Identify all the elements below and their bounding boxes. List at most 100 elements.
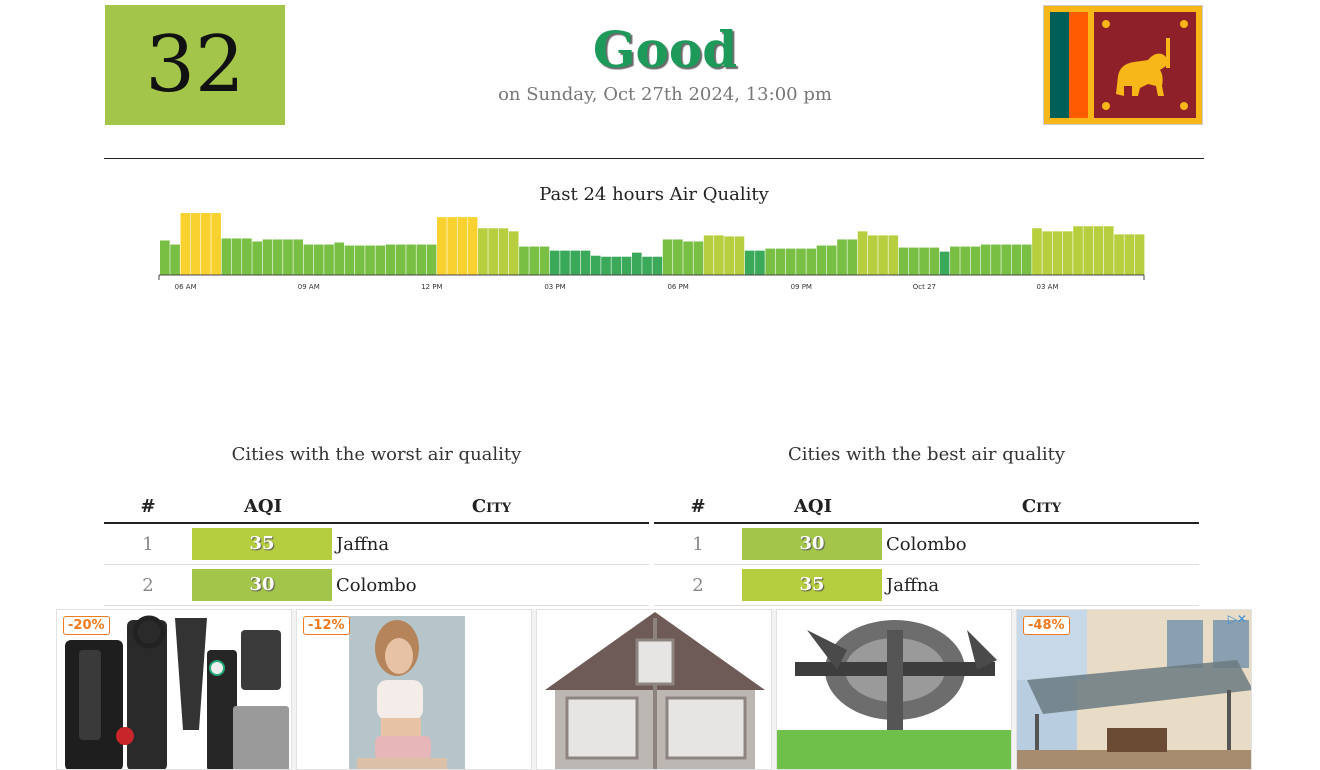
chart-bar[interactable]: [683, 241, 693, 275]
chart-bar[interactable]: [970, 246, 981, 275]
chart-bar[interactable]: [734, 236, 745, 275]
chart-bar[interactable]: [488, 228, 498, 275]
chart-bar[interactable]: [673, 239, 683, 275]
chart-bar[interactable]: [1011, 244, 1022, 275]
chart-bar[interactable]: [498, 228, 509, 275]
chart-bar[interactable]: [1021, 244, 1032, 275]
chart-bar[interactable]: [929, 247, 940, 275]
chart-bar[interactable]: [344, 245, 355, 275]
chart-bar[interactable]: [1062, 231, 1073, 275]
chart-bar[interactable]: [1093, 226, 1104, 275]
chart-bar[interactable]: [508, 231, 519, 275]
chart-bar[interactable]: [580, 250, 591, 275]
ad-item-awning[interactable]: -48% ▷✕: [1016, 609, 1252, 770]
chart-bar[interactable]: [590, 255, 601, 275]
chart-bar[interactable]: [354, 245, 365, 275]
chart-bar[interactable]: [888, 235, 899, 275]
chart-bar[interactable]: [991, 244, 1001, 275]
chart-bar[interactable]: [272, 239, 283, 275]
chart-bar[interactable]: [539, 246, 550, 275]
aqi-header[interactable]: AQI: [742, 490, 884, 524]
chart-bar[interactable]: [180, 213, 191, 275]
chart-bar[interactable]: [519, 246, 529, 275]
chart-bar[interactable]: [950, 246, 960, 275]
chart-bar[interactable]: [170, 244, 180, 275]
chart-bar[interactable]: [652, 256, 663, 275]
chart-bar[interactable]: [406, 244, 416, 275]
chart-bar[interactable]: [231, 238, 242, 275]
chart-bar[interactable]: [724, 236, 734, 275]
chart-bar[interactable]: [529, 246, 540, 275]
chart-bar[interactable]: [857, 231, 868, 275]
chart-bar[interactable]: [775, 248, 786, 275]
chart-bar[interactable]: [313, 244, 324, 275]
chart-bar[interactable]: [631, 252, 642, 275]
chart-bar[interactable]: [693, 241, 704, 275]
chart-bar[interactable]: [365, 245, 375, 275]
chart-bar[interactable]: [252, 241, 262, 275]
chart-bar[interactable]: [939, 251, 950, 275]
chart-bar[interactable]: [611, 256, 622, 275]
chart-bar[interactable]: [1083, 226, 1094, 275]
chart-bar[interactable]: [601, 256, 611, 275]
chart-bar[interactable]: [262, 239, 273, 275]
chart-bar[interactable]: [1124, 234, 1135, 275]
chart-bar[interactable]: [221, 238, 232, 275]
chart-bar[interactable]: [457, 217, 468, 275]
adchoices-close-icon[interactable]: ▷✕: [1228, 612, 1247, 626]
chart-bar[interactable]: [426, 244, 437, 275]
city-link[interactable]: Jaffna: [334, 523, 649, 565]
chart-bar[interactable]: [642, 256, 652, 275]
chart-bar[interactable]: [621, 256, 632, 275]
chart-bar[interactable]: [201, 213, 211, 275]
ad-banner[interactable]: -20% -12% -48% ▷✕: [56, 609, 1252, 770]
ad-item-knife-kit[interactable]: -20%: [56, 609, 292, 770]
chart-bar[interactable]: [570, 250, 581, 275]
chart-bar[interactable]: [1001, 244, 1012, 275]
chart-bar[interactable]: [837, 239, 847, 275]
chart-bar[interactable]: [867, 235, 878, 275]
chart-bar[interactable]: [960, 246, 970, 275]
chart-bar[interactable]: [714, 235, 724, 275]
city-header[interactable]: City: [884, 490, 1199, 524]
chart-bar[interactable]: [744, 250, 755, 275]
chart-bar[interactable]: [909, 247, 919, 275]
chart-bar[interactable]: [765, 248, 776, 275]
chart-bar[interactable]: [560, 250, 570, 275]
chart-bar[interactable]: [190, 213, 201, 275]
chart-bar[interactable]: [211, 213, 221, 275]
chart-bar[interactable]: [478, 228, 488, 275]
chart-bar[interactable]: [242, 238, 252, 275]
chart-bar[interactable]: [1103, 226, 1114, 275]
chart-bar[interactable]: [1052, 231, 1063, 275]
aqi-header[interactable]: AQI: [192, 490, 334, 524]
chart-bar[interactable]: [898, 247, 909, 275]
ad-item-tiller[interactable]: [776, 609, 1012, 770]
chart-bar[interactable]: [293, 239, 304, 275]
chart-bar[interactable]: [703, 235, 714, 275]
chart-bar[interactable]: [980, 244, 991, 275]
chart-bar[interactable]: [303, 244, 314, 275]
chart-bar[interactable]: [826, 245, 837, 275]
chart-bar[interactable]: [324, 244, 334, 275]
city-link[interactable]: Colombo: [884, 523, 1199, 565]
chart-bar[interactable]: [878, 235, 888, 275]
chart-bar[interactable]: [1134, 234, 1145, 275]
ad-item-photo[interactable]: -12%: [296, 609, 532, 770]
chart-bar[interactable]: [785, 248, 796, 275]
chart-bar[interactable]: [847, 239, 858, 275]
chart-bar[interactable]: [806, 248, 817, 275]
chart-bar[interactable]: [549, 250, 560, 275]
chart-bar[interactable]: [1042, 231, 1053, 275]
chart-bar[interactable]: [395, 244, 406, 275]
chart-bar[interactable]: [1114, 234, 1124, 275]
chart-bar[interactable]: [796, 248, 806, 275]
chart-bar[interactable]: [662, 239, 673, 275]
chart-bar[interactable]: [385, 244, 396, 275]
chart-bar[interactable]: [816, 245, 827, 275]
chart-bar[interactable]: [919, 247, 929, 275]
city-link[interactable]: Jaffna: [884, 564, 1199, 606]
chart-bar[interactable]: [416, 244, 427, 275]
ad-item-pet-cage[interactable]: [536, 609, 772, 770]
chart-bar[interactable]: [755, 250, 765, 275]
